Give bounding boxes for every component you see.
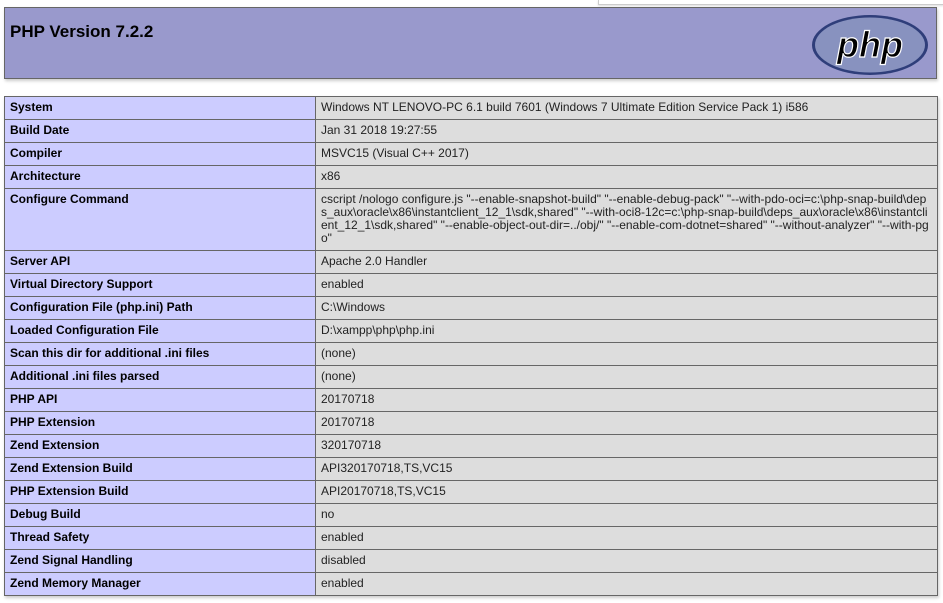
php-logo-icon[interactable]: php [811, 14, 929, 76]
table-row-value: (none) [315, 342, 938, 366]
table-row: Compiler MSVC15 (Visual C++ 2017) [4, 142, 938, 166]
table-row-value: enabled [315, 526, 938, 550]
table-row-value: 320170718 [315, 434, 938, 458]
table-row-key: Zend Signal Handling [4, 549, 316, 573]
table-row: Thread Safety enabled [4, 526, 938, 550]
table-row-key: PHP Extension Build [4, 480, 316, 504]
table-row: Additional .ini files parsed (none) [4, 365, 938, 389]
table-row: Debug Build no [4, 503, 938, 527]
table-row: Build Date Jan 31 2018 19:27:55 [4, 119, 938, 143]
table-row-key: Thread Safety [4, 526, 316, 550]
php-logo-text: php [836, 24, 903, 65]
table-row-value: API20170718,TS,VC15 [315, 480, 938, 504]
table-row-value: API320170718,TS,VC15 [315, 457, 938, 481]
page-title: PHP Version 7.2.2 [10, 22, 154, 41]
table-row-value: Windows NT LENOVO-PC 6.1 build 7601 (Win… [315, 96, 938, 120]
table-row-key: Build Date [4, 119, 316, 143]
table-row-value: enabled [315, 273, 938, 297]
table-row: Zend Signal Handling disabled [4, 549, 938, 573]
table-row-key: Configure Command [4, 188, 316, 251]
table-row-key: Scan this dir for additional .ini files [4, 342, 316, 366]
table-row-key: Compiler [4, 142, 316, 166]
table-row-value: C:\Windows [315, 296, 938, 320]
table-row-value: x86 [315, 165, 938, 189]
table-row-value: D:\xampp\php\php.ini [315, 319, 938, 343]
table-row-value: Apache 2.0 Handler [315, 250, 938, 274]
table-row-value: cscript /nologo configure.js "--enable-s… [315, 188, 938, 251]
table-row-key: PHP Extension [4, 411, 316, 435]
version-header: PHP Version 7.2.2 php [4, 7, 937, 79]
table-row-value: Jan 31 2018 19:27:55 [315, 119, 938, 143]
table-row-key: Zend Extension [4, 434, 316, 458]
table-row-key: Debug Build [4, 503, 316, 527]
table-row-key: Loaded Configuration File [4, 319, 316, 343]
table-row-key: Zend Memory Manager [4, 572, 316, 596]
table-row: PHP Extension Build API20170718,TS,VC15 [4, 480, 938, 504]
table-row: Server API Apache 2.0 Handler [4, 250, 938, 274]
table-row-value: 20170718 [315, 388, 938, 412]
table-row: Zend Memory Manager enabled [4, 572, 938, 596]
info-table: System Windows NT LENOVO-PC 6.1 build 760… [4, 96, 938, 596]
table-row-value: 20170718 [315, 411, 938, 435]
table-row-value: disabled [315, 549, 938, 573]
table-row-key: Architecture [4, 165, 316, 189]
table-row: Zend Extension Build API320170718,TS,VC15 [4, 457, 938, 481]
table-row: Loaded Configuration File D:\xampp\php\ph… [4, 319, 938, 343]
table-row-key: System [4, 96, 316, 120]
table-row: PHP API 20170718 [4, 388, 938, 412]
table-row-value: MSVC15 (Visual C++ 2017) [315, 142, 938, 166]
table-row-key: Server API [4, 250, 316, 274]
table-row: Virtual Directory Support enabled [4, 273, 938, 297]
table-row: Zend Extension 320170718 [4, 434, 938, 458]
table-row-value: (none) [315, 365, 938, 389]
table-row-key: Zend Extension Build [4, 457, 316, 481]
table-row-key: Virtual Directory Support [4, 273, 316, 297]
table-row-key: Configuration File (php.ini) Path [4, 296, 316, 320]
table-row-key: PHP API [4, 388, 316, 412]
table-row-value: enabled [315, 572, 938, 596]
phpinfo-page: PHP Version 7.2.2 php System Windows NT L… [0, 0, 943, 603]
table-row: PHP Extension 20170718 [4, 411, 938, 435]
table-row: Scan this dir for additional .ini files(… [4, 342, 938, 366]
table-row-value: no [315, 503, 938, 527]
table-row-key: Additional .ini files parsed [4, 365, 316, 389]
table-row: Architecture x86 [4, 165, 938, 189]
table-row: Configure Command cscript /nologo configu… [4, 188, 938, 251]
table-row: Configuration File (php.ini) Path C:\Wind… [4, 296, 938, 320]
browser-popup-edge [598, 0, 943, 5]
table-row: System Windows NT LENOVO-PC 6.1 build 760… [4, 96, 938, 120]
